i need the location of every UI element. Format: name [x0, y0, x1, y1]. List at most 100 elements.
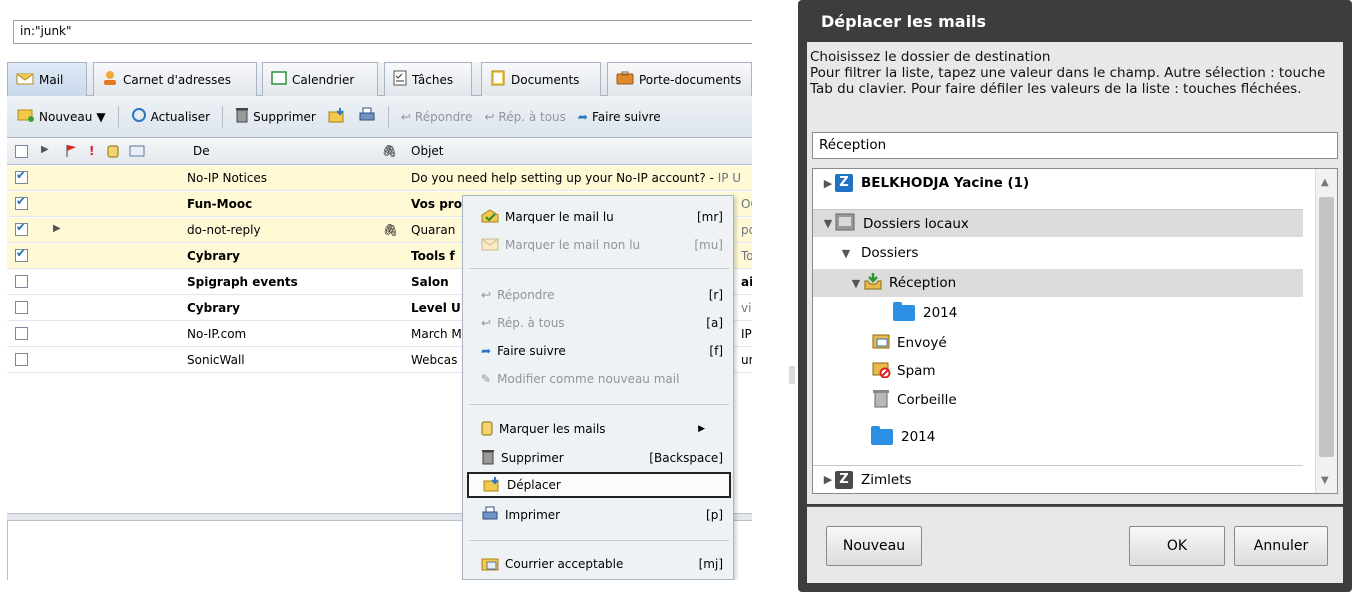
folder-icon	[893, 302, 915, 321]
scroll-up-icon[interactable]: ▲	[1321, 177, 1329, 188]
zimlet-icon: Z	[835, 470, 853, 489]
menu-mark-mails[interactable]: Marquer les mails ▶	[467, 416, 731, 442]
message-subject: Salon	[411, 275, 449, 289]
mail-toolbar: Nouveau ▼ Actualiser Supprimer ↩ Répondr…	[7, 96, 752, 138]
folder-filter-input[interactable]: Réception	[812, 132, 1338, 159]
menu-shortcut: [p]	[706, 508, 723, 522]
scroll-down-icon[interactable]: ▼	[1321, 475, 1329, 486]
select-all-checkbox[interactable]	[15, 145, 28, 158]
menu-reply-all[interactable]: ↩ Rép. à tous [a]	[467, 310, 731, 336]
column-subject[interactable]: Objet	[411, 144, 443, 158]
collapsed-arrow-icon[interactable]: ▶	[821, 473, 835, 486]
expand-icon[interactable]: ▶	[53, 223, 61, 234]
move-mails-dialog: Déplacer les mails Choisissez le dossier…	[798, 0, 1352, 592]
tab-documents[interactable]: Documents	[481, 62, 601, 96]
collapsed-arrow-icon[interactable]: ▶	[821, 177, 835, 190]
tag-icon[interactable]	[107, 144, 119, 161]
message-subject-tail: ail	[741, 275, 752, 289]
menu-mark-read[interactable]: Marquer le mail lu [mr]	[467, 204, 731, 230]
tab-label: Carnet d'adresses	[123, 72, 232, 87]
row-checkbox[interactable]	[15, 275, 28, 288]
row-checkbox[interactable]	[15, 249, 28, 262]
tab-tasks[interactable]: Tâches	[384, 62, 472, 96]
tab-calendar[interactable]: Calendrier	[262, 62, 378, 96]
row-checkbox[interactable]	[15, 223, 28, 236]
tree-spam[interactable]: Spam	[813, 357, 1303, 385]
tab-label: Calendrier	[292, 72, 355, 87]
new-mail-label: Nouveau	[39, 109, 93, 124]
message-subject-tail: To	[741, 249, 752, 263]
tab-mail[interactable]: Mail	[7, 62, 87, 96]
attachment-icon[interactable]: 🖇	[382, 144, 397, 158]
menu-mark-unread[interactable]: Marquer le mail non lu [mu]	[467, 232, 731, 258]
mark-read-icon	[481, 208, 499, 226]
mark-unread-icon	[481, 237, 499, 254]
ok-button[interactable]: OK	[1129, 526, 1225, 566]
print-button[interactable]	[354, 104, 380, 130]
search-input[interactable]: in:"junk"	[13, 20, 752, 44]
tab-contacts[interactable]: Carnet d'adresses	[93, 62, 257, 96]
row-checkbox[interactable]	[15, 171, 28, 184]
column-from[interactable]: De	[193, 144, 210, 158]
message-row[interactable]: No-IP Notices Do you need help setting u…	[7, 166, 752, 191]
cancel-button[interactable]: Annuler	[1234, 526, 1328, 566]
tree-local-folders[interactable]: ▼ Dossiers locaux	[813, 209, 1303, 237]
tree-sent[interactable]: Envoyé	[813, 329, 1303, 357]
reply-button[interactable]: ↩ Répondre	[397, 104, 476, 130]
new-folder-button[interactable]: Nouveau	[826, 526, 922, 566]
menu-separator	[469, 540, 729, 541]
menu-delete[interactable]: Supprimer [Backspace]	[467, 445, 731, 471]
forward-icon: ➦	[577, 109, 588, 124]
row-checkbox[interactable]	[15, 197, 28, 210]
priority-icon[interactable]: !	[89, 144, 94, 158]
menu-forward[interactable]: ➦ Faire suivre [f]	[467, 338, 731, 364]
menu-not-junk[interactable]: Courrier acceptable [mj]	[467, 551, 731, 577]
tree-account[interactable]: ▶ Z BELKHODJA Yacine (1)	[813, 169, 1303, 197]
expand-icon[interactable]: ▶	[41, 144, 49, 155]
message-list-header: ▶ ! De 🖇 Objet	[7, 139, 752, 165]
move-button[interactable]	[324, 104, 350, 130]
expanded-arrow-icon[interactable]: ▼	[849, 277, 863, 290]
reply-all-button[interactable]: ↩ Rép. à tous	[480, 104, 570, 130]
tree-inbox-2014[interactable]: 2014	[813, 299, 1303, 327]
row-checkbox[interactable]	[15, 353, 28, 366]
tree-label: 2014	[901, 429, 936, 445]
chevron-down-icon[interactable]: ▼	[96, 110, 105, 124]
menu-separator	[469, 268, 729, 269]
tree-trash[interactable]: Corbeille	[813, 386, 1303, 414]
menu-label: Faire suivre	[497, 344, 566, 358]
message-from: Cybrary	[187, 249, 240, 263]
delete-button[interactable]: Supprimer	[231, 104, 320, 130]
menu-move[interactable]: Déplacer	[467, 472, 731, 498]
refresh-button[interactable]: Actualiser	[127, 104, 215, 130]
tree-label: Zimlets	[861, 471, 912, 488]
tree-inbox[interactable]: ▼ Réception	[813, 269, 1303, 297]
scrollbar-thumb[interactable]	[1319, 197, 1334, 457]
new-mail-button[interactable]: Nouveau ▼	[13, 104, 110, 130]
menu-print[interactable]: Imprimer [p]	[467, 502, 731, 528]
flag-icon[interactable]	[65, 144, 77, 161]
forward-button[interactable]: ➦ Faire suivre	[574, 104, 665, 130]
row-checkbox[interactable]	[15, 301, 28, 314]
expanded-arrow-icon[interactable]: ▼	[839, 247, 853, 260]
row-checkbox[interactable]	[15, 327, 28, 340]
menu-reply[interactable]: ↩ Répondre [r]	[467, 282, 731, 308]
expanded-arrow-icon[interactable]: ▼	[821, 217, 835, 230]
tree-folders[interactable]: ▼ Dossiers	[813, 239, 1303, 267]
tasks-icon	[393, 70, 407, 89]
tree-2014[interactable]: 2014	[813, 423, 1303, 451]
tree-zimlets[interactable]: ▶ Z Zimlets	[813, 465, 1303, 493]
tree-label: Spam	[897, 363, 936, 379]
message-subject: Level U	[411, 301, 461, 315]
message-subject-tail: OOC	[741, 197, 752, 211]
tab-briefcase[interactable]: Porte-documents	[607, 62, 752, 96]
message-subject: Quaran	[411, 223, 456, 237]
message-from: Spigraph events	[187, 275, 298, 289]
message-subject: March M	[411, 327, 462, 341]
menu-edit-as-new[interactable]: ✎ Modifier comme nouveau mail	[467, 366, 731, 392]
tree-scrollbar[interactable]: ▲ ▼	[1315, 169, 1337, 493]
status-icon[interactable]	[129, 144, 145, 161]
refresh-label: Actualiser	[150, 109, 211, 124]
tree-label: Dossiers locaux	[863, 215, 969, 232]
menu-label: Marquer le mail lu	[505, 210, 614, 224]
